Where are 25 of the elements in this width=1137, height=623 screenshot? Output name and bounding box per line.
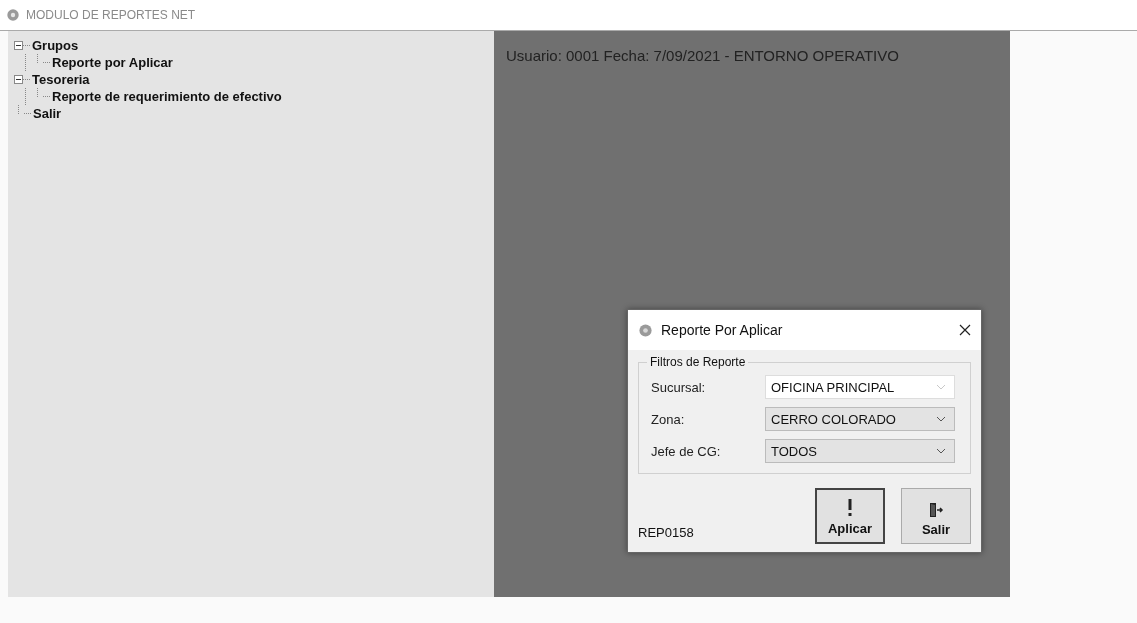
window-title: MODULO DE REPORTES NET	[26, 8, 196, 22]
tree-item[interactable]: Grupos	[32, 38, 79, 53]
chevron-icon	[936, 384, 946, 390]
exclamation-icon	[847, 499, 853, 517]
status-text: Usuario: 0001 Fecha: 7/09/2021 - ENTORNO OPERATIVO	[505, 46, 900, 64]
exit-button[interactable]: Salir	[901, 488, 971, 544]
group-title: Filtros de Reporte	[647, 355, 749, 369]
tree-item[interactable]: Salir	[33, 106, 62, 121]
dropdown-field[interactable]: TODOS	[765, 439, 955, 463]
collapse-toggle[interactable]	[14, 41, 23, 50]
chevron-icon	[936, 448, 946, 454]
report-code: REP0158	[638, 525, 694, 542]
tree-item[interactable]: Reporte de requerimiento de efectivo	[52, 89, 282, 104]
tree-item[interactable]: Reporte por Aplicar	[52, 55, 173, 70]
dropdown-field[interactable]: CERRO COLORADO	[765, 407, 955, 431]
field-label: Jefe de CG:	[651, 443, 722, 459]
collapse-toggle[interactable]	[14, 75, 23, 84]
field-label: Zona:	[651, 411, 686, 427]
field-label: Sucursal:	[651, 379, 707, 395]
chevron-icon	[936, 416, 946, 422]
exit-door-icon	[928, 502, 944, 518]
close-icon[interactable]	[959, 324, 971, 336]
dialog-title: Reporte Por Aplicar	[661, 322, 784, 338]
apply-button[interactable]: Aplicar	[815, 488, 885, 544]
tree-item[interactable]: Tesoreria	[32, 72, 90, 87]
